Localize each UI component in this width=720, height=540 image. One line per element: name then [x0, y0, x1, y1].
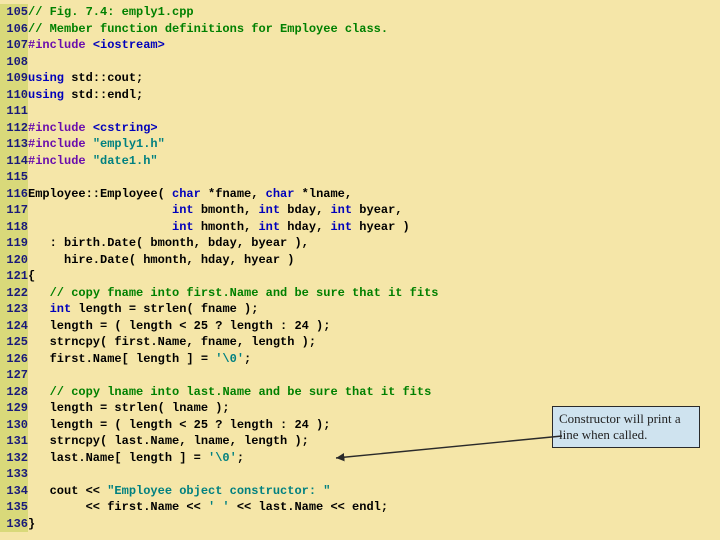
line-number: 134 [0, 483, 28, 500]
line-code: : birth.Date( bmonth, bday, byear ), [28, 235, 309, 252]
line-code: { [28, 268, 35, 285]
line-number: 121 [0, 268, 28, 285]
code-line: 108 [0, 54, 720, 71]
line-code: Employee::Employee( char *fname, char *l… [28, 186, 352, 203]
code-listing: 105// Fig. 7.4: emply1.cpp106// Member f… [0, 0, 720, 536]
code-line: 107#include <iostream> [0, 37, 720, 54]
line-number: 117 [0, 202, 28, 219]
line-number: 115 [0, 169, 28, 186]
line-number: 110 [0, 87, 28, 104]
code-line: 123 int length = strlen( fname ); [0, 301, 720, 318]
line-number: 129 [0, 400, 28, 417]
code-line: 134 cout << "Employee object constructor… [0, 483, 720, 500]
code-line: 125 strncpy( first.Name, fname, length )… [0, 334, 720, 351]
line-number: 107 [0, 37, 28, 54]
code-line: 135 << first.Name << ' ' << last.Name <<… [0, 499, 720, 516]
line-code: length = ( length < 25 ? length : 24 ); [28, 318, 330, 335]
code-line: 124 length = ( length < 25 ? length : 24… [0, 318, 720, 335]
line-code: // copy lname into last.Name and be sure… [28, 384, 431, 401]
line-code: #include <iostream> [28, 37, 165, 54]
line-code: #include "emply1.h" [28, 136, 165, 153]
line-code: } [28, 516, 35, 533]
code-slide: 105// Fig. 7.4: emply1.cpp106// Member f… [0, 0, 720, 540]
line-number: 112 [0, 120, 28, 137]
code-line: 121{ [0, 268, 720, 285]
line-number: 106 [0, 21, 28, 38]
code-line: 106// Member function definitions for Em… [0, 21, 720, 38]
code-line: 112#include <cstring> [0, 120, 720, 137]
code-line: 111 [0, 103, 720, 120]
code-line: 136} [0, 516, 720, 533]
line-code: // copy fname into first.Name and be sur… [28, 285, 438, 302]
line-number: 124 [0, 318, 28, 335]
line-number: 114 [0, 153, 28, 170]
code-line: 127 [0, 367, 720, 384]
line-number: 125 [0, 334, 28, 351]
code-line: 110using std::endl; [0, 87, 720, 104]
line-code: length = strlen( lname ); [28, 400, 230, 417]
code-line: 132 last.Name[ length ] = '\0'; [0, 450, 720, 467]
code-line: 113#include "emply1.h" [0, 136, 720, 153]
line-number: 131 [0, 433, 28, 450]
line-code: first.Name[ length ] = '\0'; [28, 351, 251, 368]
code-line: 126 first.Name[ length ] = '\0'; [0, 351, 720, 368]
line-number: 122 [0, 285, 28, 302]
line-code: #include <cstring> [28, 120, 158, 137]
line-number: 126 [0, 351, 28, 368]
code-line: 117 int bmonth, int bday, int byear, [0, 202, 720, 219]
callout-text: Constructor will print a line when calle… [559, 411, 681, 442]
line-number: 130 [0, 417, 28, 434]
line-code: strncpy( first.Name, fname, length ); [28, 334, 316, 351]
line-code: hire.Date( hmonth, hday, hyear ) [28, 252, 294, 269]
code-line: 115 [0, 169, 720, 186]
line-number: 127 [0, 367, 28, 384]
line-code: using std::endl; [28, 87, 143, 104]
line-number: 120 [0, 252, 28, 269]
line-code: // Member function definitions for Emplo… [28, 21, 388, 38]
code-line: 105// Fig. 7.4: emply1.cpp [0, 4, 720, 21]
line-number: 109 [0, 70, 28, 87]
callout-box: Constructor will print a line when calle… [552, 406, 700, 448]
code-line: 109using std::cout; [0, 70, 720, 87]
code-line: 133 [0, 466, 720, 483]
line-number: 128 [0, 384, 28, 401]
line-number: 113 [0, 136, 28, 153]
line-code: strncpy( last.Name, lname, length ); [28, 433, 309, 450]
line-code: #include "date1.h" [28, 153, 158, 170]
line-number: 133 [0, 466, 28, 483]
line-number: 136 [0, 516, 28, 533]
code-line: 119 : birth.Date( bmonth, bday, byear ), [0, 235, 720, 252]
code-line: 128 // copy lname into last.Name and be … [0, 384, 720, 401]
line-code: using std::cout; [28, 70, 143, 87]
line-code: length = ( length < 25 ? length : 24 ); [28, 417, 330, 434]
line-code: int bmonth, int bday, int byear, [28, 202, 403, 219]
line-number: 108 [0, 54, 28, 71]
line-number: 135 [0, 499, 28, 516]
line-number: 119 [0, 235, 28, 252]
line-code: cout << "Employee object constructor: " [28, 483, 330, 500]
code-line: 116Employee::Employee( char *fname, char… [0, 186, 720, 203]
line-code: int length = strlen( fname ); [28, 301, 258, 318]
line-code: last.Name[ length ] = '\0'; [28, 450, 244, 467]
code-line: 118 int hmonth, int hday, int hyear ) [0, 219, 720, 236]
line-number: 132 [0, 450, 28, 467]
line-number: 118 [0, 219, 28, 236]
line-number: 105 [0, 4, 28, 21]
line-code: << first.Name << ' ' << last.Name << end… [28, 499, 388, 516]
code-line: 120 hire.Date( hmonth, hday, hyear ) [0, 252, 720, 269]
line-code: // Fig. 7.4: emply1.cpp [28, 4, 194, 21]
line-number: 111 [0, 103, 28, 120]
code-line: 114#include "date1.h" [0, 153, 720, 170]
line-number: 116 [0, 186, 28, 203]
line-code: int hmonth, int hday, int hyear ) [28, 219, 410, 236]
code-line: 122 // copy fname into first.Name and be… [0, 285, 720, 302]
line-number: 123 [0, 301, 28, 318]
